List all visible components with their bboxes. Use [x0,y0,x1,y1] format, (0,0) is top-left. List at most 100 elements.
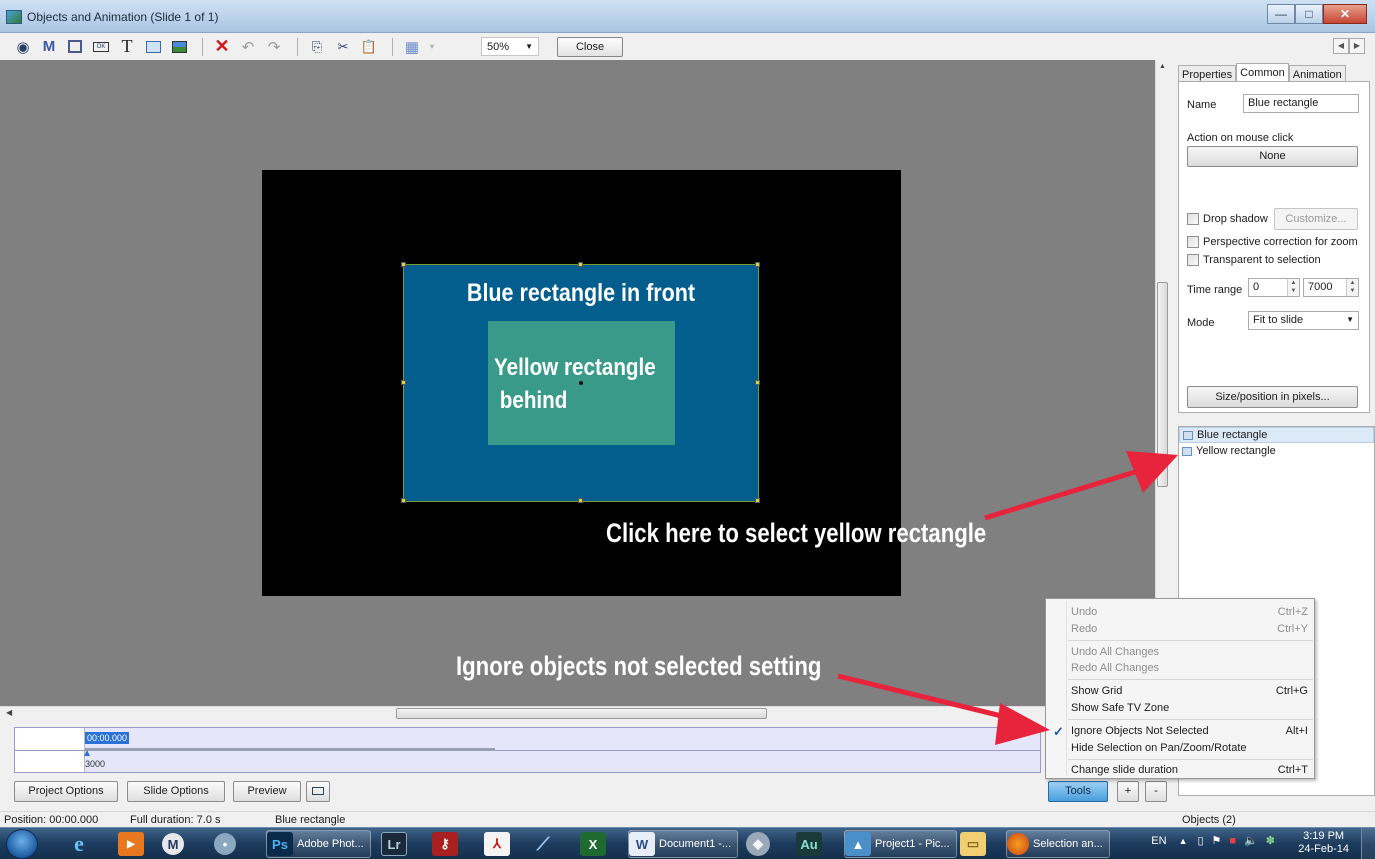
menu-item-redo[interactable]: Redo Ctrl+Y [1071,623,1308,635]
timeline-marker[interactable] [84,750,90,756]
cat-icon[interactable]: • [214,830,240,858]
menu-item-show-grid[interactable]: Show Grid Ctrl+G [1071,685,1308,697]
start-button[interactable] [6,829,38,859]
resize-handle[interactable] [401,498,406,503]
toolbar: ◉ M OK T ✕ ↶ ↷ ⎘ ✂ 📋 ▦ ▾ 50% ▼ Close ◀ ▶ [0,33,1375,60]
undo-icon[interactable]: ↶ [237,37,259,57]
taskbar-photoshop[interactable]: Ps Adobe Phot... [266,830,371,858]
lightroom-icon[interactable]: Lr [381,830,411,858]
zoom-select[interactable]: 50% ▼ [481,37,539,56]
slide-canvas[interactable]: Yellow rectangle behind Blue rectangle i… [0,60,1155,706]
resize-handle[interactable] [578,498,583,503]
status-objects: Objects (2) [1182,814,1236,826]
clock-date: 24-Feb-14 [1298,843,1349,855]
perspective-label: Perspective correction for zoom [1203,236,1358,248]
resize-handle[interactable] [578,262,583,267]
folder-icon[interactable]: ▭ [960,830,990,858]
image-icon[interactable] [168,37,190,57]
media-player-icon[interactable]: ▶ [118,830,148,858]
camera-icon[interactable]: ◉ [12,37,34,57]
horizontal-scrollbar[interactable]: ◀ [0,706,1155,720]
menu-item-hide-selection[interactable]: Hide Selection on Pan/Zoom/Rotate [1071,742,1308,754]
excel-icon[interactable]: X [580,830,610,858]
scroll-up-icon[interactable]: ▲ [1159,63,1166,70]
frame-icon[interactable] [64,37,86,57]
ie-icon[interactable]: e [66,830,96,858]
size-position-button[interactable]: Size/position in pixels... [1187,386,1358,408]
horizontal-scroll-thumb[interactable] [396,708,767,719]
time-to-field[interactable]: 7000 ▲ ▼ [1303,278,1359,297]
network-icon[interactable]: ▯ [1197,834,1203,847]
clock[interactable]: 3:19 PM 24-Feb-14 [1298,830,1349,856]
security-icon[interactable]: ■ [1229,835,1236,847]
list-item[interactable]: Yellow rectangle [1179,443,1374,459]
time-from-field[interactable]: 0 ▲ ▼ [1248,278,1300,297]
feather-icon[interactable]: ⟋ [530,830,560,858]
customize-button[interactable]: Customize... [1274,208,1358,230]
grid-icon[interactable]: ▦ [401,37,423,57]
scroll-right-icon[interactable]: ▶ [1349,38,1365,54]
spin-arrows-icon[interactable]: ▲ ▼ [1287,279,1299,296]
menu-item-undo[interactable]: Undo Ctrl+Z [1071,606,1308,618]
button-icon[interactable]: OK [90,37,112,57]
tray-expand-icon[interactable]: ▲ [1179,836,1188,846]
cut-icon[interactable]: ✂ [332,37,354,57]
add-button[interactable]: + [1117,781,1139,802]
action-select[interactable]: None [1187,146,1358,167]
spin-arrows-icon[interactable]: ▲ ▼ [1346,279,1358,296]
minimize-button[interactable]: — [1267,4,1295,24]
menu-item-change-duration[interactable]: Change slide duration Ctrl+T [1071,764,1308,776]
redo-icon[interactable]: ↷ [263,37,285,57]
paste-icon[interactable]: 📋 [358,37,380,57]
taskbar-word-document[interactable]: W Document1 -... [628,830,739,858]
volume-icon[interactable]: 🔈 [1244,834,1258,847]
scroll-left-icon[interactable]: ◀ [1333,38,1349,54]
slide-options-button[interactable]: Slide Options [127,781,225,802]
menu-item-undo-all[interactable]: Undo All Changes [1071,646,1308,658]
menu-item-redo-all[interactable]: Redo All Changes [1071,662,1308,674]
resize-handle[interactable] [755,498,760,503]
m-icon[interactable]: M [38,37,60,57]
tools-button[interactable]: Tools [1048,781,1108,802]
audition-icon[interactable]: Au [796,830,826,858]
vertical-scroll-thumb[interactable] [1157,282,1168,487]
list-item[interactable]: Blue rectangle [1179,427,1374,443]
resize-handle[interactable] [755,380,760,385]
close-window-button[interactable]: ✕ [1323,4,1367,24]
close-button[interactable]: Close [557,36,623,57]
acrobat-icon[interactable]: ⅄ [484,830,514,858]
screen-icon [312,787,324,795]
fullscreen-preview-button[interactable] [306,781,330,802]
language-indicator[interactable]: EN [1151,835,1166,847]
show-desktop-button[interactable] [1361,828,1375,859]
scroll-left-icon[interactable]: ◀ [6,708,12,717]
delete-icon[interactable]: ✕ [211,36,233,57]
blue-rectangle[interactable]: Yellow rectangle behind Blue rectangle i… [401,262,760,503]
key-app-icon[interactable]: ⚷ [432,830,462,858]
mode-select[interactable]: Fit to slide ▼ [1248,311,1359,330]
m-app-icon[interactable]: M [162,830,188,858]
remove-button[interactable]: - [1145,781,1167,802]
resize-handle[interactable] [401,380,406,385]
taskbar-firefox[interactable]: Selection an... [1006,830,1110,858]
text-icon[interactable]: T [116,36,138,57]
transparent-checkbox[interactable]: Transparent to selection [1187,254,1321,266]
menu-item-ignore-not-selected[interactable]: Ignore Objects Not Selected Alt+I [1071,725,1308,737]
taskbar-pictures-project[interactable]: ▲ Project1 - Pic... [844,830,957,858]
name-field[interactable]: Blue rectangle [1243,94,1359,113]
timeline[interactable]: 00:00.000 3000 [14,727,1041,773]
perspective-checkbox[interactable]: Perspective correction for zoom [1187,236,1358,248]
flag-icon[interactable]: ⚑ [1212,834,1222,847]
drop-shadow-checkbox[interactable]: Drop shadow [1187,213,1268,225]
chevron-down-icon[interactable]: ▾ [427,37,437,57]
app-icon[interactable]: ◈ [746,830,774,858]
copy-icon[interactable]: ⎘ [306,37,328,57]
resize-handle[interactable] [755,262,760,267]
preview-button[interactable]: Preview [233,781,301,802]
menu-item-safe-tv[interactable]: Show Safe TV Zone [1071,702,1308,714]
project-options-button[interactable]: Project Options [14,781,118,802]
rectangle-icon[interactable] [142,37,164,57]
maximize-button[interactable]: □ [1295,4,1323,24]
tray-app-icon[interactable]: ✽ [1266,834,1275,847]
resize-handle[interactable] [401,262,406,267]
